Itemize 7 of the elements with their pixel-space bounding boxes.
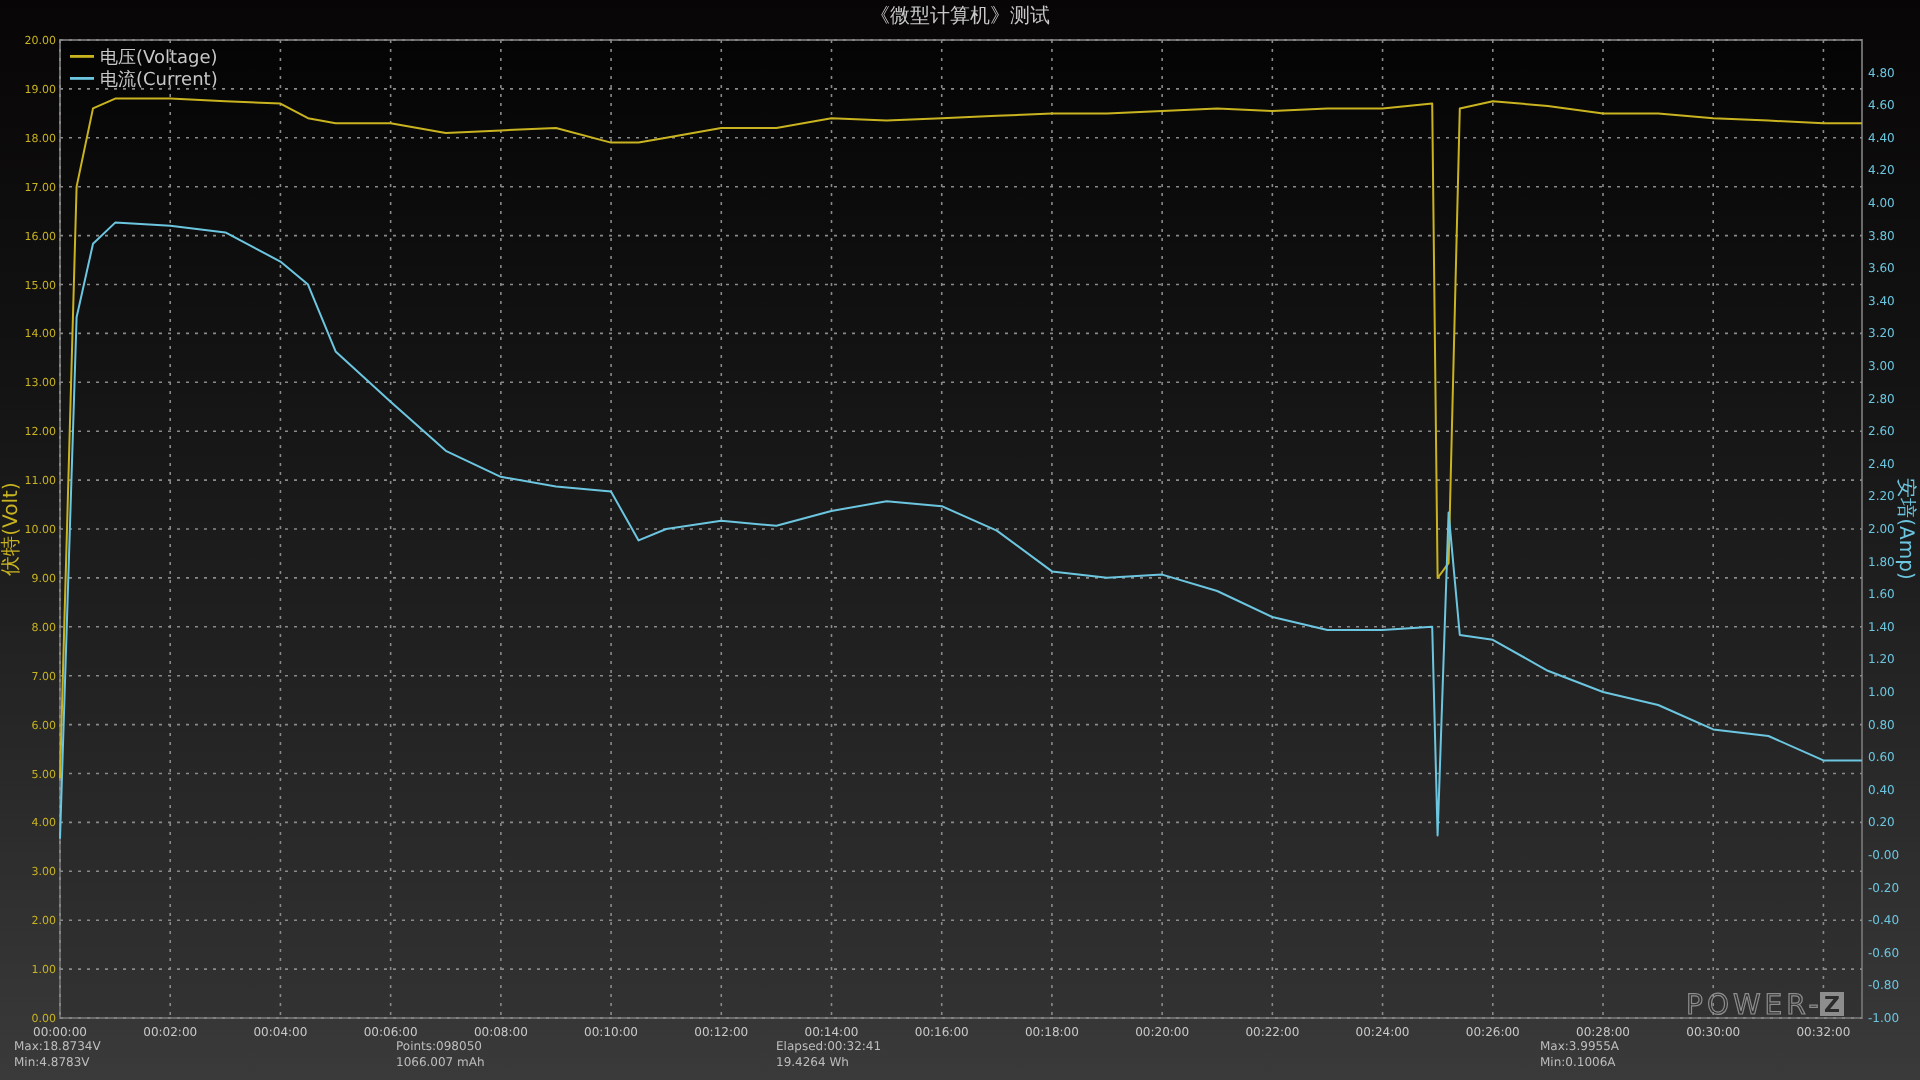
chart-title: 《微型计算机》测试 — [870, 5, 1050, 29]
brand-badge: Z — [1820, 992, 1844, 1018]
y-axis-title: 伏特(Volt) — [1, 482, 23, 576]
legend-label: 电压(Voltage) — [100, 49, 218, 69]
brand-logo-text: POWER- — [1686, 990, 1823, 1022]
y-axis-title: 安培(Amp) — [1894, 478, 1916, 580]
legend-label: 电流(Current) — [100, 71, 218, 91]
